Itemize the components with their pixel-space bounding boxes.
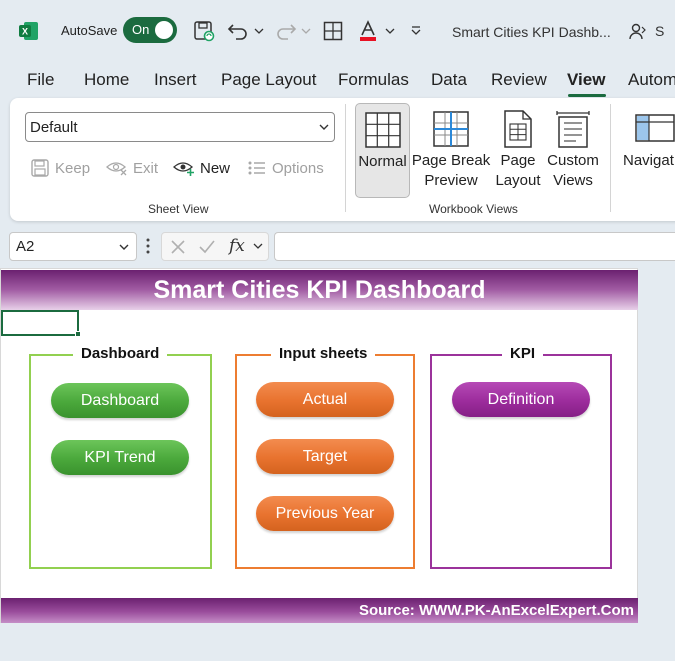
insert-function-icon[interactable]: fx bbox=[229, 236, 245, 256]
font-color-dropdown-icon[interactable] bbox=[384, 18, 396, 44]
autosave-state: On bbox=[132, 22, 150, 37]
tab-home[interactable]: Home bbox=[84, 70, 129, 90]
customize-quick-access-icon[interactable] bbox=[408, 18, 424, 44]
dashboard-footer: Source: WWW.PK-AnExcelExpert.Com bbox=[1, 598, 638, 623]
name-box-value: A2 bbox=[16, 238, 35, 255]
sheet-view-group-label: Sheet View bbox=[148, 202, 209, 216]
borders-icon[interactable] bbox=[322, 18, 344, 44]
navigation-icon bbox=[635, 107, 675, 151]
tab-insert[interactable]: Insert bbox=[154, 70, 197, 90]
autosave-label: AutoSave bbox=[61, 23, 118, 38]
share-icon[interactable] bbox=[628, 22, 648, 42]
normal-label: Normal bbox=[358, 153, 407, 170]
options-button[interactable]: Options bbox=[247, 156, 324, 180]
dashboard-title: Smart Cities KPI Dashboard bbox=[153, 276, 486, 304]
kpi-trend-button[interactable]: KPI Trend bbox=[51, 440, 189, 475]
keep-icon bbox=[31, 159, 49, 177]
tab-file[interactable]: File bbox=[27, 70, 54, 90]
svg-text:X: X bbox=[22, 27, 28, 37]
group-separator bbox=[610, 104, 611, 212]
autosave-toggle[interactable]: On bbox=[123, 17, 177, 43]
custom-views-icon bbox=[555, 107, 591, 151]
page-break-preview-button[interactable]: Page Break Preview bbox=[412, 103, 490, 198]
chevron-down-icon[interactable] bbox=[253, 242, 263, 250]
input-sheets-group-title: Input sheets bbox=[271, 345, 376, 362]
previous-year-button[interactable]: Previous Year bbox=[256, 496, 394, 531]
name-box[interactable]: A2 bbox=[9, 232, 137, 261]
exit-button[interactable]: Exit bbox=[106, 156, 158, 180]
toggle-knob bbox=[155, 21, 173, 39]
normal-view-icon bbox=[364, 108, 401, 152]
ribbon-tabs: File Home Insert Page Layout Formulas Da… bbox=[0, 62, 675, 98]
dashboard-header: Smart Cities KPI Dashboard bbox=[1, 270, 638, 310]
custom-views-label-2: Views bbox=[553, 172, 593, 189]
chevron-down-icon bbox=[319, 124, 329, 130]
enter-check-icon[interactable] bbox=[198, 239, 216, 255]
dashboard-button[interactable]: Dashboard bbox=[51, 383, 189, 418]
more-options-icon[interactable] bbox=[146, 238, 150, 254]
new-view-button[interactable]: New bbox=[173, 156, 230, 180]
workbook-views-group-label: Workbook Views bbox=[429, 202, 518, 216]
navigation-label: Navigat bbox=[623, 152, 674, 169]
normal-view-button[interactable]: Normal bbox=[355, 103, 410, 198]
redo-icon[interactable] bbox=[274, 18, 298, 44]
new-label: New bbox=[200, 159, 231, 177]
definition-button[interactable]: Definition bbox=[452, 382, 590, 417]
exit-label: Exit bbox=[133, 159, 159, 177]
kpi-group-title: KPI bbox=[502, 345, 544, 362]
custom-views-button[interactable]: Custom Views bbox=[546, 103, 600, 198]
excel-logo-icon[interactable]: X bbox=[19, 21, 39, 41]
page-layout-label-2: Layout bbox=[495, 172, 541, 189]
selected-cell[interactable] bbox=[1, 310, 79, 336]
target-button[interactable]: Target bbox=[256, 439, 394, 474]
title-overflow-text: S bbox=[655, 23, 665, 39]
tab-view[interactable]: View bbox=[567, 70, 605, 90]
fill-handle[interactable] bbox=[75, 331, 81, 337]
tab-review[interactable]: Review bbox=[491, 70, 547, 90]
page-break-preview-icon bbox=[433, 107, 469, 151]
undo-dropdown-icon[interactable] bbox=[253, 18, 265, 44]
document-title: Smart Cities KPI Dashb... bbox=[452, 24, 611, 40]
exit-icon bbox=[106, 162, 127, 176]
dashboard-group-title: Dashboard bbox=[73, 345, 168, 362]
cancel-icon[interactable] bbox=[170, 239, 186, 255]
tab-formulas[interactable]: Formulas bbox=[338, 70, 409, 90]
navigation-button[interactable]: Navigat bbox=[620, 103, 675, 198]
footer-source-text: Source: WWW.PK-AnExcelExpert.Com bbox=[358, 602, 634, 619]
formula-actions: fx bbox=[161, 232, 269, 261]
new-view-icon bbox=[173, 162, 194, 176]
sheet-view-select[interactable]: Default bbox=[25, 112, 335, 142]
tab-data[interactable]: Data bbox=[431, 70, 467, 90]
title-bar: X AutoSave On Smart Cities KPI Dashb... … bbox=[0, 0, 675, 62]
save-icon[interactable] bbox=[193, 18, 215, 44]
page-break-label-2: Preview bbox=[424, 172, 478, 189]
actual-button[interactable]: Actual bbox=[256, 382, 394, 417]
page-layout-button[interactable]: Page Layout bbox=[494, 103, 542, 198]
tab-automate[interactable]: Autom bbox=[628, 70, 675, 90]
redo-dropdown-icon[interactable] bbox=[300, 18, 312, 44]
formula-input[interactable] bbox=[274, 232, 675, 261]
group-separator bbox=[345, 104, 346, 212]
chevron-down-icon bbox=[119, 244, 129, 250]
font-color-icon[interactable] bbox=[357, 18, 379, 44]
tab-page-layout[interactable]: Page Layout bbox=[221, 70, 316, 90]
keep-label: Keep bbox=[55, 159, 91, 177]
custom-views-label-1: Custom bbox=[547, 152, 599, 169]
options-icon bbox=[248, 161, 265, 175]
page-layout-icon bbox=[503, 107, 533, 151]
page-layout-label-1: Page bbox=[500, 152, 536, 169]
page-break-label-1: Page Break bbox=[411, 152, 491, 169]
undo-icon[interactable] bbox=[226, 18, 250, 44]
sheet-view-select-value: Default bbox=[30, 119, 78, 136]
active-tab-indicator bbox=[568, 94, 606, 97]
keep-button[interactable]: Keep bbox=[30, 156, 90, 180]
options-label: Options bbox=[272, 159, 324, 177]
